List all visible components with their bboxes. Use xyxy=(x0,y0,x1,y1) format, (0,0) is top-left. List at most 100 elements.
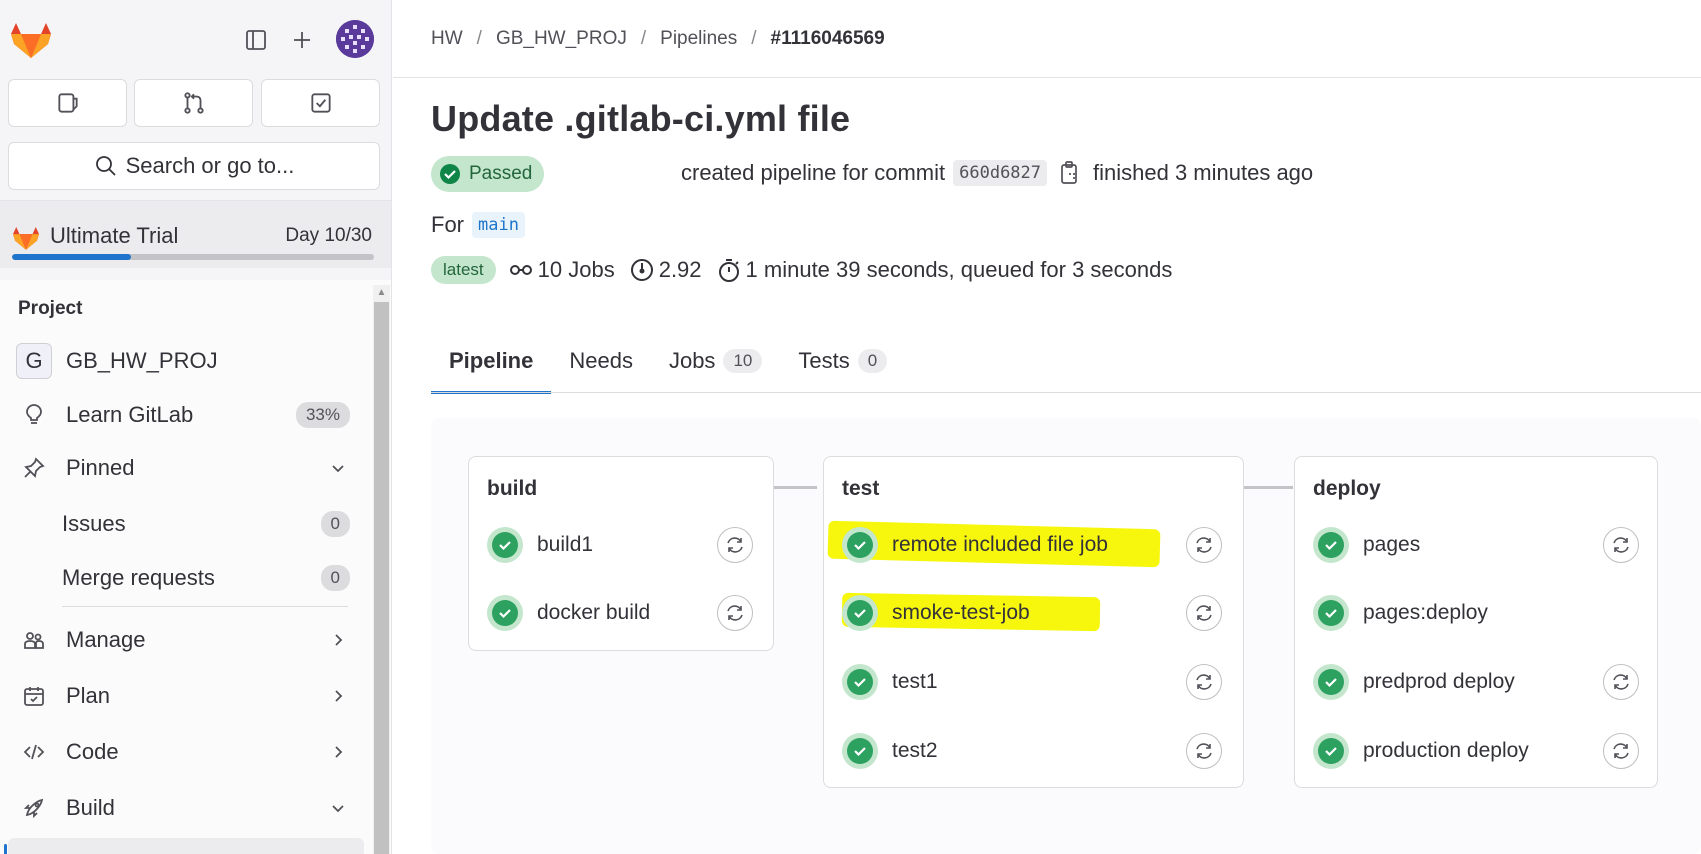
page-title[interactable]: Update .gitlab-ci.yml file xyxy=(431,98,850,140)
active-indicator xyxy=(4,844,7,854)
commit-sha-link[interactable]: 660d6827 xyxy=(953,160,1048,186)
issues-shortcut-button[interactable] xyxy=(8,79,127,127)
sidebar-item-project[interactable]: G GB_HW_PROJ xyxy=(8,338,364,384)
tab-label: Pipeline xyxy=(449,348,534,373)
jobs-count-text: 10 Jobs xyxy=(537,257,615,282)
project-avatar: G xyxy=(12,338,56,384)
job-name: production deploy xyxy=(1363,739,1529,762)
success-status-icon xyxy=(487,595,523,631)
sidebar-item-plan[interactable]: Plan xyxy=(8,673,364,719)
breadcrumb-item-group[interactable]: HW xyxy=(431,28,463,50)
success-status-icon xyxy=(487,527,523,563)
sidebar-item-code[interactable]: Code xyxy=(8,729,364,775)
sidebar-divider xyxy=(62,606,348,607)
breadcrumb-item-current[interactable]: #1116046569 xyxy=(771,28,885,50)
breadcrumb-item-project[interactable]: GB_HW_PROJ xyxy=(496,28,627,50)
trial-day: Day 10/30 xyxy=(285,225,372,246)
stage-connector xyxy=(1244,486,1293,489)
breadcrumb-item-pipelines[interactable]: Pipelines xyxy=(660,28,737,50)
search-icon xyxy=(95,156,116,176)
sidebar-item-build[interactable]: Build xyxy=(8,785,364,831)
stage-deploy: deploy pages pages:deploy predprod deplo… xyxy=(1294,456,1658,788)
duration-text: 1 minute 39 seconds, queued for 3 second… xyxy=(745,257,1173,282)
job-name: build1 xyxy=(537,533,594,556)
merge-requests-shortcut-button[interactable] xyxy=(134,79,253,127)
search-label: Search or go to... xyxy=(125,153,295,178)
tab-label: Needs xyxy=(569,348,633,373)
job-name: pages:deploy xyxy=(1363,601,1488,624)
retry-icon[interactable] xyxy=(1186,733,1222,769)
job-test1[interactable]: test1 xyxy=(842,660,938,704)
job-pages[interactable]: pages xyxy=(1313,523,1420,567)
created-text: created pipeline for commit xyxy=(681,160,946,185)
copy-icon[interactable] xyxy=(1059,160,1081,186)
success-status-icon xyxy=(1313,733,1349,769)
sidebar-toggle-icon[interactable] xyxy=(236,22,276,58)
trial-progress-bar xyxy=(12,254,374,260)
pipeline-icon xyxy=(509,265,532,275)
branch-line: For main xyxy=(431,212,525,238)
sidebar-item-merge-requests[interactable]: Merge requests 0 xyxy=(62,555,364,601)
success-status-icon xyxy=(1313,664,1349,700)
tab-jobs[interactable]: Jobs 10 xyxy=(651,330,780,392)
success-status-icon xyxy=(842,527,878,563)
job-pages-deploy[interactable]: pages:deploy xyxy=(1313,591,1488,635)
retry-icon[interactable] xyxy=(1603,664,1639,700)
todos-shortcut-button[interactable] xyxy=(261,79,380,127)
sidebar: Search or go to... Ultimate Trial Day 10… xyxy=(0,0,392,854)
sidebar-item-issues[interactable]: Issues 0 xyxy=(62,501,364,547)
job-smoke-test-job[interactable]: smoke-test-job xyxy=(842,591,1030,635)
sidebar-header xyxy=(0,0,391,80)
sidebar-item-pipelines[interactable] xyxy=(8,838,364,854)
job-name: remote included file job xyxy=(892,533,1108,556)
sidebar-item-manage[interactable]: Manage xyxy=(8,617,364,663)
finished-text: finished 3 minutes ago xyxy=(1093,160,1314,185)
retry-icon[interactable] xyxy=(717,595,753,631)
section-heading: Project xyxy=(18,298,83,319)
code-icon xyxy=(12,729,56,775)
sidebar-item-pinned[interactable]: Pinned xyxy=(8,445,364,491)
retry-icon[interactable] xyxy=(717,527,753,563)
tab-label: Jobs xyxy=(668,348,716,373)
tab-tests[interactable]: Tests 0 xyxy=(780,330,905,392)
retry-icon[interactable] xyxy=(1186,527,1222,563)
breadcrumb-separator: / xyxy=(640,28,647,49)
breadcrumb-separator: / xyxy=(476,28,482,49)
sidebar-item-learn-gitlab[interactable]: Learn GitLab 33% xyxy=(8,392,364,438)
success-status-icon xyxy=(1313,595,1349,631)
issues-label: Issues xyxy=(62,511,126,536)
retry-icon[interactable] xyxy=(1186,595,1222,631)
sidebar-scroll-thumb[interactable] xyxy=(374,302,389,854)
tab-label: Tests xyxy=(798,348,850,373)
stage-test: test remote included file job smoke-test… xyxy=(823,456,1244,788)
avatar[interactable] xyxy=(336,20,374,58)
project-letter: G xyxy=(16,343,52,379)
learn-gitlab-label: Learn GitLab xyxy=(66,402,194,427)
for-label: For xyxy=(431,212,464,237)
branch-link[interactable]: main xyxy=(472,212,525,238)
status-badge[interactable]: Passed xyxy=(431,156,545,192)
job-test2[interactable]: test2 xyxy=(842,729,938,773)
issues-icon xyxy=(57,93,78,113)
job-docker-build[interactable]: docker build xyxy=(487,591,650,635)
gitlab-logo-small xyxy=(13,226,39,250)
search-button[interactable]: Search or go to... xyxy=(8,142,380,190)
retry-icon[interactable] xyxy=(1186,664,1222,700)
tab-count: 10 xyxy=(723,349,763,373)
tab-needs[interactable]: Needs xyxy=(551,330,651,392)
retry-icon[interactable] xyxy=(1603,527,1639,563)
stage-connector xyxy=(773,486,817,489)
breadcrumb-separator: / xyxy=(751,28,757,49)
tab-pipeline[interactable]: Pipeline xyxy=(431,330,552,394)
job-build1[interactable]: build1 xyxy=(487,523,593,567)
jobs-count: 10 Jobs xyxy=(508,257,615,283)
job-predprod-deploy[interactable]: predprod deploy xyxy=(1313,660,1515,704)
plus-icon[interactable] xyxy=(282,22,322,58)
retry-icon[interactable] xyxy=(1603,733,1639,769)
job-production-deploy[interactable]: production deploy xyxy=(1313,729,1529,773)
pipeline-meta: latest 10 Jobs 2.92 1 minute 39 seconds,… xyxy=(431,256,1186,284)
scroll-up-arrow-icon[interactable]: ▲ xyxy=(375,287,388,298)
gitlab-logo[interactable] xyxy=(10,20,52,60)
job-remote-included-file-job[interactable]: remote included file job xyxy=(842,523,1108,567)
stage-title: build xyxy=(487,477,538,500)
